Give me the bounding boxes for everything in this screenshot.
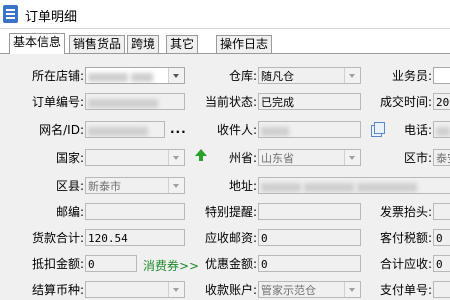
store-label: 所在店铺: <box>31 69 84 83</box>
tab-basic-info[interactable]: 基本信息 <box>9 33 66 54</box>
phone-field[interactable] <box>433 121 450 138</box>
warehouse-value: 随凡仓 <box>261 70 294 83</box>
currency-label: 结算币种: <box>31 283 84 297</box>
country-select[interactable] <box>85 149 185 166</box>
deal-time-label: 成交时间: <box>379 95 432 109</box>
country-label: 国家: <box>55 151 84 165</box>
chevron-down-icon <box>344 68 360 83</box>
chevron-down-icon[interactable] <box>168 68 184 83</box>
warehouse-select[interactable]: 随凡仓 <box>258 67 361 84</box>
county-label: 区县: <box>55 179 84 193</box>
tab-operation-log[interactable]: 操作日志 <box>216 35 273 53</box>
county-select[interactable]: 新泰市 <box>85 177 185 194</box>
postcode-field[interactable] <box>85 203 185 220</box>
chevron-down-icon <box>168 178 184 193</box>
status-field: 已完成 <box>258 93 361 110</box>
receiver-field[interactable] <box>258 121 361 138</box>
order-no-label: 订单编号: <box>31 95 84 109</box>
tax-field: 0 <box>433 229 450 246</box>
district-select[interactable]: 泰安 <box>433 149 450 166</box>
postage-label: 应收邮资: <box>204 231 257 245</box>
offset-label: 抵扣金额: <box>31 257 84 271</box>
chevron-down-icon <box>168 282 184 297</box>
net-id-field[interactable] <box>85 121 165 138</box>
redacted-text <box>304 182 354 192</box>
tab-strip: 基本信息 销售货品 跨境 其它 操作日志 <box>0 33 450 54</box>
address-field[interactable] <box>258 177 450 194</box>
address-label: 地址: <box>228 179 257 193</box>
county-value: 新泰市 <box>88 180 121 193</box>
redacted-text <box>88 126 148 136</box>
total-receivable-label: 合计应收: <box>379 257 432 271</box>
redacted-text <box>131 72 153 82</box>
discount-label: 优惠金额: <box>204 257 257 271</box>
total-field: 120.54 <box>85 229 185 246</box>
window-title: 订单明细 <box>25 10 78 25</box>
deal-time-field: 201 <box>433 93 450 110</box>
offset-field: 0 <box>85 255 137 272</box>
store-select[interactable] <box>85 67 185 84</box>
chevron-down-icon <box>344 150 360 165</box>
copy-icon[interactable] <box>371 122 385 137</box>
special-field[interactable] <box>258 203 361 220</box>
payment-label: 支付单号: <box>379 283 432 297</box>
salesman-field[interactable] <box>433 67 450 84</box>
order-no-field[interactable] <box>85 93 185 110</box>
redacted-text <box>357 182 417 192</box>
province-select[interactable]: 山东省 <box>258 149 361 166</box>
receiver-label: 收件人: <box>216 123 257 137</box>
account-select[interactable]: 管家示范仓 <box>258 281 361 298</box>
redacted-text <box>88 72 128 82</box>
payment-field[interactable] <box>433 281 450 298</box>
warehouse-label: 仓库: <box>228 69 257 83</box>
redacted-text <box>436 126 450 136</box>
special-label: 特别提醒: <box>204 205 257 219</box>
order-document-icon <box>3 5 18 23</box>
currency-select[interactable] <box>85 281 185 298</box>
discount-field: 0 <box>258 255 361 272</box>
total-receivable-field: 0 <box>433 255 450 272</box>
postage-field: 0 <box>258 229 361 246</box>
chevron-down-icon <box>344 282 360 297</box>
tax-label: 客付税额: <box>379 231 432 245</box>
tab-sales-goods[interactable]: 销售货品 <box>69 35 126 53</box>
more-button[interactable]: ... <box>170 122 187 136</box>
coupon-link[interactable]: 消费券>> <box>143 257 199 274</box>
redacted-text <box>261 182 301 192</box>
invoice-field[interactable] <box>433 203 450 220</box>
account-value: 管家示范仓 <box>261 284 316 297</box>
status-label: 当前状态: <box>204 95 257 109</box>
phone-label: 电话: <box>403 123 432 137</box>
title-bar: 订单明细 <box>0 0 450 29</box>
redacted-text <box>88 98 158 108</box>
invoice-label: 发票抬头: <box>379 205 432 219</box>
account-label: 收款账户: <box>204 283 257 297</box>
basic-info-panel: 所在店铺: 仓库: 随凡仓 业务员: 订单编号: 当前状态: 已完成 成交时间:… <box>0 54 450 300</box>
district-label: 区市: <box>403 151 432 165</box>
province-label: 州省: <box>228 151 257 165</box>
redacted-text <box>261 126 289 136</box>
province-value: 山东省 <box>261 152 294 165</box>
tab-cross-border[interactable]: 跨境 <box>127 35 160 53</box>
salesman-label: 业务员: <box>391 69 432 83</box>
postcode-label: 邮编: <box>55 205 84 219</box>
total-label: 货款合计: <box>31 231 84 245</box>
net-id-label: 网名/ID: <box>39 123 84 137</box>
tab-other[interactable]: 其它 <box>166 35 199 53</box>
chevron-down-icon <box>168 150 184 165</box>
